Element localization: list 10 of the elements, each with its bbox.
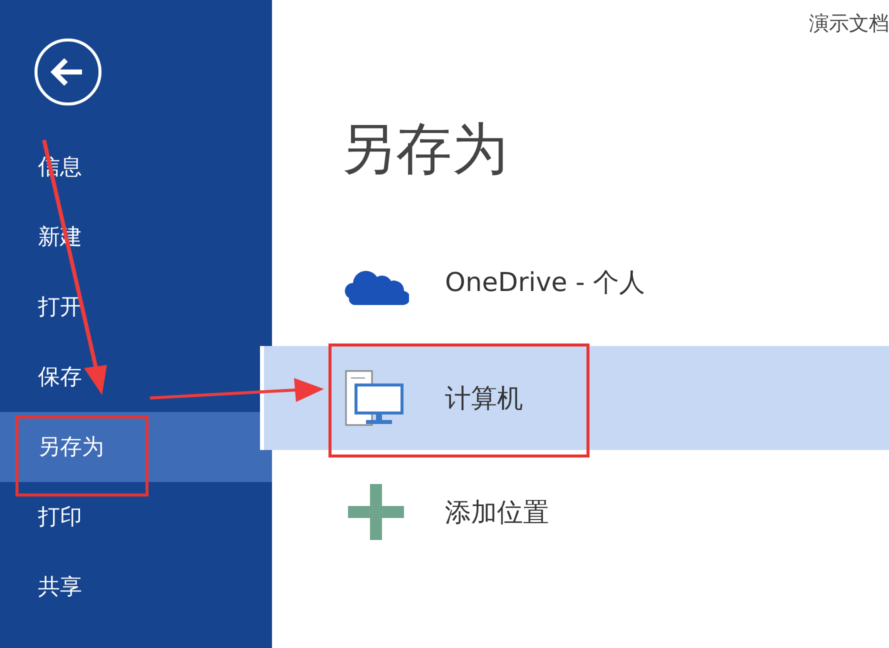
sidebar-item[interactable]: 保存	[0, 342, 82, 412]
sidebar-item[interactable]: 另存为	[0, 412, 272, 482]
page-title: 另存为	[340, 122, 509, 178]
location-item[interactable]: OneDrive - 个人	[260, 230, 889, 334]
location-item[interactable]: 计算机	[260, 346, 889, 450]
sidebar-item[interactable]: 打开	[0, 272, 82, 342]
sidebar-item[interactable]: 共享	[0, 552, 82, 622]
sidebar-item[interactable]: 打印	[0, 482, 82, 552]
document-title: 演示文档	[809, 10, 889, 37]
back-button[interactable]	[34, 38, 102, 106]
